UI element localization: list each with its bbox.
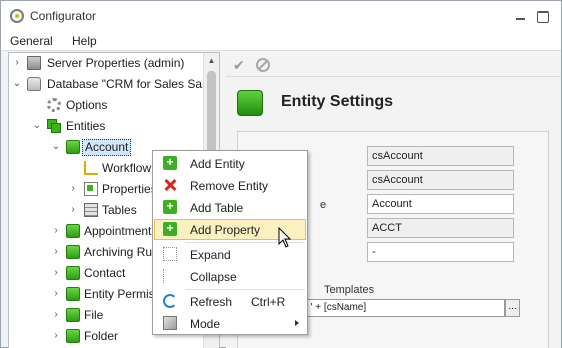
menu-item-label: Collapse <box>190 270 237 284</box>
expand-icon <box>163 247 177 261</box>
table-name-field[interactable]: csAccount <box>367 170 514 190</box>
menu-item-collapse[interactable]: Collapse <box>154 266 306 287</box>
description-field[interactable]: - <box>367 242 514 262</box>
expander-collapsed-icon[interactable]: › <box>68 205 78 215</box>
entity-icon <box>66 329 80 343</box>
expander-expanded-icon[interactable]: ⌄ <box>51 142 61 152</box>
menu-item-shortcut: Ctrl+R <box>251 295 286 309</box>
expander-collapsed-icon[interactable]: › <box>51 226 61 236</box>
properties-icon <box>84 182 98 196</box>
entity-icon <box>66 308 80 322</box>
tree-item-label: Contact <box>84 266 126 280</box>
collapse-icon <box>163 269 177 283</box>
gear-icon <box>47 98 61 112</box>
settings-toolbar: ✔ <box>226 52 561 77</box>
app-logo-icon <box>10 9 24 23</box>
tree-item-label: Properties <box>102 182 157 196</box>
remove-icon <box>163 178 177 192</box>
add-icon: + <box>163 156 177 170</box>
add-icon: + <box>163 222 177 236</box>
menu-item-label: Expand <box>190 248 231 262</box>
display-name-field[interactable]: Account <box>367 194 514 214</box>
server-icon <box>27 56 41 70</box>
page-title: Entity Settings <box>281 93 394 110</box>
title-bar: Configurator <box>1 1 561 31</box>
templates-label: Templates <box>324 284 375 296</box>
expander-collapsed-icon[interactable]: › <box>51 289 61 299</box>
tree-item-label: Server Properties (admin) <box>47 56 185 70</box>
entity-icon <box>66 245 80 259</box>
configurator-window: Configurator General Help › Server Prope… <box>0 0 562 348</box>
workflow-icon <box>84 161 98 175</box>
tree-item-database[interactable]: ⌄ Database "CRM for Sales Sa... <box>9 74 203 95</box>
refresh-icon <box>163 294 177 308</box>
menu-item-label: Remove Entity <box>190 179 269 193</box>
code-field[interactable]: ACCT <box>367 218 514 238</box>
apply-check-icon[interactable]: ✔ <box>233 58 245 72</box>
menu-help[interactable]: Help <box>72 34 97 48</box>
minimize-icon[interactable] <box>514 9 528 23</box>
mode-icon <box>163 316 177 330</box>
tree-item-options[interactable]: Options <box>9 95 203 116</box>
menu-item-remove-entity[interactable]: Remove Entity <box>154 175 306 196</box>
tree-item-server-properties[interactable]: › Server Properties (admin) <box>9 53 203 74</box>
tree-item-label: Tables <box>102 203 137 217</box>
tree-item-label: Options <box>66 98 108 112</box>
menu-item-label: Add Property <box>190 223 261 237</box>
entities-icon <box>47 119 61 133</box>
expander-collapsed-icon[interactable]: › <box>51 268 61 278</box>
tree-item-label: Appointment <box>84 224 152 238</box>
expander-collapsed-icon[interactable]: › <box>51 247 61 257</box>
submenu-arrow-icon <box>295 320 299 326</box>
window-title: Configurator <box>30 9 97 23</box>
entity-icon <box>66 224 80 238</box>
menu-item-label: Add Table <box>190 201 244 215</box>
cancel-icon[interactable] <box>256 58 270 72</box>
field-label-partial: e <box>320 199 327 211</box>
menu-item-label: Refresh <box>190 295 233 309</box>
template-browse-button[interactable]: ... <box>505 299 520 317</box>
menu-item-refresh[interactable]: Refresh Ctrl+R <box>154 291 306 312</box>
expander-collapsed-icon[interactable]: › <box>51 310 61 320</box>
entity-icon <box>66 287 80 301</box>
expander-expanded-icon[interactable]: ⌄ <box>32 121 42 131</box>
tree-item-label: Account <box>82 139 132 156</box>
tree-item-label: Workflow <box>102 161 152 175</box>
restore-icon[interactable] <box>536 9 550 23</box>
expander-collapsed-icon[interactable]: › <box>12 58 22 68</box>
tree-item-label: File <box>84 308 104 322</box>
expander-expanded-icon[interactable]: ⌄ <box>12 79 22 89</box>
tree-item-label: Archiving Rule <box>84 245 162 259</box>
menu-item-add-entity[interactable]: + Add Entity <box>154 153 306 174</box>
menu-separator <box>185 289 305 290</box>
tree-item-entities[interactable]: ⌄ Entities <box>9 116 203 137</box>
scroll-up-icon[interactable]: ▲ <box>204 53 219 69</box>
table-icon <box>84 203 98 217</box>
entity-icon <box>66 266 80 280</box>
menu-item-mode[interactable]: Mode <box>154 313 306 334</box>
database-icon <box>27 77 41 91</box>
name-field[interactable]: csAccount <box>367 146 514 166</box>
menu-bar: General Help <box>1 31 561 51</box>
tree-item-label: Database "CRM for Sales Sa... <box>47 77 203 91</box>
entity-settings-icon <box>237 90 263 116</box>
expander-collapsed-icon[interactable]: › <box>51 331 61 341</box>
add-icon: + <box>163 200 177 214</box>
tree-item-label: Folder <box>84 329 119 343</box>
expander-collapsed-icon[interactable]: › <box>68 184 78 194</box>
menu-item-label: Add Entity <box>190 157 245 171</box>
entity-icon <box>66 140 80 154</box>
menu-general[interactable]: General <box>10 34 53 48</box>
tree-item-label: Entities <box>66 119 106 133</box>
menu-item-label: Mode <box>190 317 221 331</box>
menu-item-add-table[interactable]: + Add Table <box>154 197 306 218</box>
